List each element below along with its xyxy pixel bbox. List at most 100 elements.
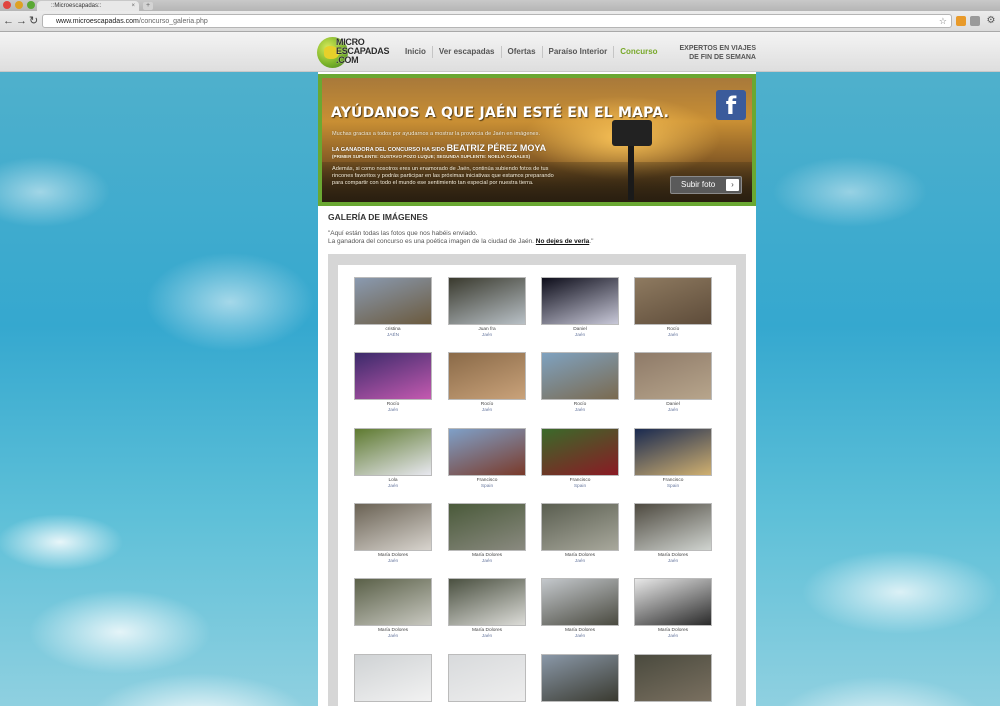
gallery-thumbnail[interactable]: María Dolores Jaén — [448, 503, 526, 565]
banner-substitutes: (PRIMER SUPLENTE: GUSTAVO POZO LUQUE; SE… — [332, 154, 531, 159]
thumbnail-place: Jaén — [667, 333, 679, 338]
reload-icon[interactable]: ↻ — [29, 15, 38, 27]
winner-photo-link[interactable]: No dejes de verla — [536, 238, 589, 245]
thumbnail-image[interactable] — [448, 503, 526, 551]
thumbnail-place: Jaén — [667, 408, 679, 413]
gallery-thumbnail[interactable]: María Dolores Jaén — [354, 578, 432, 640]
banner-body-2: rincones favoritos y podrás participar e… — [332, 173, 554, 179]
thumbnail-image[interactable] — [541, 277, 619, 325]
thumbnail-place: Spain — [480, 484, 494, 489]
wrench-icon[interactable]: ⚙ — [986, 16, 996, 26]
gallery-thumbnail[interactable]: María Dolores Jaén — [541, 578, 619, 640]
thumbnail-place: Jaén — [387, 634, 399, 639]
thumbnail-image[interactable] — [354, 654, 432, 702]
thumbnail-image[interactable] — [448, 277, 526, 325]
logo-text: MICRO ESCAPADAS .COM — [336, 37, 390, 65]
thumbnail-image[interactable] — [354, 428, 432, 476]
gallery-thumbnail[interactable] — [354, 654, 432, 704]
gallery-thumbnail[interactable]: Rocío Jaén — [541, 352, 619, 414]
back-icon[interactable]: ← — [3, 15, 14, 27]
upload-photo-label: Subir foto — [681, 180, 716, 189]
thumbnail-image[interactable] — [448, 428, 526, 476]
nav-inicio[interactable]: Inicio — [402, 46, 432, 58]
thumbnail-place: Jaén — [574, 634, 586, 639]
thumbnail-image[interactable] — [541, 428, 619, 476]
upload-photo-button[interactable]: Subir foto › — [670, 176, 742, 194]
gallery-thumbnail[interactable]: Lola Jaén — [354, 428, 432, 490]
thumbnail-image[interactable] — [634, 428, 712, 476]
thumbnail-place: Jaén — [387, 408, 399, 413]
thumbnail-image[interactable] — [634, 654, 712, 702]
browser-toolbar: ← → ↻ www.microescapadas.com/concurso_ga… — [0, 11, 1000, 32]
gallery-intro-1: "Aquí están todas las fotos que nos habé… — [328, 230, 478, 237]
thumbnail-image[interactable] — [354, 352, 432, 400]
thumbnail-image[interactable] — [354, 503, 432, 551]
tripod-icon — [628, 146, 634, 200]
thumbnail-image[interactable] — [541, 503, 619, 551]
minimize-window-button[interactable] — [15, 1, 23, 9]
nav-ofertas[interactable]: Ofertas — [500, 46, 542, 58]
thumbnail-place: Jaén — [574, 408, 586, 413]
thumbnail-image[interactable] — [448, 352, 526, 400]
gallery-thumbnail[interactable]: María Dolores Jaén — [448, 578, 526, 640]
gallery-thumbnail[interactable]: María Dolores Jaén — [634, 503, 712, 565]
thumbnail-image[interactable] — [448, 578, 526, 626]
extension-icon[interactable] — [970, 16, 980, 26]
gallery-thumbnail[interactable] — [448, 654, 526, 704]
nav-ver-escapadas[interactable]: Ver escapadas — [431, 46, 501, 58]
browser-tab[interactable]: ::Microescapadas:: × — [37, 1, 139, 11]
thumbnail-image[interactable] — [541, 654, 619, 702]
facebook-icon[interactable]: f — [716, 90, 746, 120]
gallery-thumbnail[interactable]: Francisco Spain — [541, 428, 619, 490]
thumbnail-place: JAÉN — [386, 333, 400, 338]
banner-winner: LA GANADORA DEL CONCURSO HA SIDO BEATRIZ… — [332, 143, 547, 153]
main-nav: Inicio Ver escapadas Ofertas Paraíso Int… — [402, 46, 664, 58]
forward-icon[interactable]: → — [16, 15, 27, 27]
banner-body-1: Además, si como nosotros eres un enamora… — [332, 166, 549, 172]
browser-tab-bar: ::Microescapadas:: × + — [0, 0, 1000, 11]
gallery-thumbnail[interactable]: María Dolores Jaén — [634, 578, 712, 640]
gallery-frame: cristina JAÉN Juan fra Jaén Daniel Jaén Rocío J… — [328, 254, 746, 706]
gallery-thumbnail[interactable]: Daniel Jaén — [541, 277, 619, 339]
thumbnail-place: Spain — [666, 484, 680, 489]
close-window-button[interactable] — [3, 1, 11, 9]
gallery-thumbnail[interactable]: Rocío Jaén — [634, 277, 712, 339]
window-controls — [3, 1, 35, 9]
site-logo[interactable]: MICRO ESCAPADAS .COM — [317, 35, 397, 69]
thumbnail-image[interactable] — [634, 578, 712, 626]
gallery-thumbnail[interactable]: María Dolores Jaén — [354, 503, 432, 565]
new-tab-button[interactable]: + — [143, 2, 153, 10]
thumbnail-place: Jaén — [574, 333, 586, 338]
site-header: MICRO ESCAPADAS .COM Inicio Ver escapada… — [0, 32, 1000, 72]
bookmark-star-icon[interactable]: ☆ — [939, 15, 947, 28]
extension-icon[interactable] — [956, 16, 966, 26]
thumbnail-image[interactable] — [634, 503, 712, 551]
nav-concurso[interactable]: Concurso — [613, 46, 663, 58]
url-host: www.microescapadas.com — [56, 18, 139, 25]
gallery-thumbnail[interactable]: Rocío Jaén — [354, 352, 432, 414]
thumbnail-image[interactable] — [541, 578, 619, 626]
thumbnail-image[interactable] — [448, 654, 526, 702]
banner-title: AYÚDANOS A QUE JAÉN ESTÉ EN EL MAPA. — [331, 105, 670, 121]
gallery-thumbnail[interactable]: cristina JAÉN — [354, 277, 432, 339]
gallery-thumbnail[interactable]: Francisco Spain — [448, 428, 526, 490]
chevron-right-icon: › — [726, 179, 739, 191]
gallery-thumbnail[interactable]: Rocío Jaén — [448, 352, 526, 414]
thumbnail-image[interactable] — [354, 578, 432, 626]
tab-close-icon[interactable]: × — [131, 1, 135, 11]
address-bar[interactable]: www.microescapadas.com/concurso_galeria.… — [42, 14, 952, 28]
nav-paraiso-interior[interactable]: Paraíso Interior — [541, 46, 614, 58]
gallery-thumbnail[interactable]: Francisco Spain — [634, 428, 712, 490]
thumbnail-image[interactable] — [634, 352, 712, 400]
thumbnail-image[interactable] — [541, 352, 619, 400]
gallery-thumbnail[interactable]: Juan fra Jaén — [448, 277, 526, 339]
gallery-thumbnail[interactable] — [541, 654, 619, 704]
thumbnail-image[interactable] — [354, 277, 432, 325]
gallery-thumbnail[interactable]: María Dolores Jaén — [541, 503, 619, 565]
gallery-thumbnail[interactable] — [634, 654, 712, 704]
zoom-window-button[interactable] — [27, 1, 35, 9]
gallery-thumbnail[interactable]: Daniel Jaén — [634, 352, 712, 414]
gallery-title: GALERÍA DE IMÁGENES — [328, 212, 428, 222]
thumbnail-place: Jaén — [387, 484, 399, 489]
thumbnail-image[interactable] — [634, 277, 712, 325]
